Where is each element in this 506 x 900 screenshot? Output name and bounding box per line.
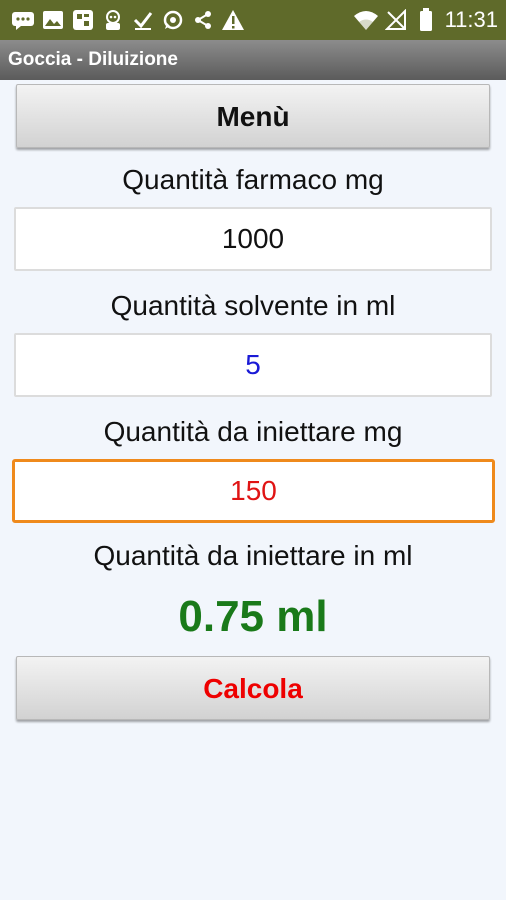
menu-button[interactable]: Menù (16, 84, 490, 148)
robot-icon (98, 5, 128, 35)
share-icon (188, 5, 218, 35)
calculate-button[interactable]: Calcola (16, 656, 490, 720)
solvent-amount-input[interactable]: 5 (14, 333, 492, 397)
no-signal-icon (381, 5, 411, 35)
solvent-amount-value: 5 (245, 349, 261, 380)
battery-icon (411, 5, 441, 35)
solvent-amount-label: Quantità solvente in ml (110, 290, 396, 321)
warning-icon (218, 5, 248, 35)
app-icon (68, 5, 98, 35)
whatsapp-icon (158, 5, 188, 35)
drug-amount-label: Quantità farmaco mg (122, 164, 384, 195)
notification-icons (8, 5, 248, 35)
inject-mg-label: Quantità da iniettare mg (103, 416, 403, 447)
wifi-icon (351, 5, 381, 35)
app-title: Goccia - Diluizione (0, 40, 506, 80)
drug-amount-value: 1000 (221, 223, 285, 254)
result-label: Quantità da iniettare in ml (93, 540, 413, 571)
clock: 11:31 (444, 7, 498, 32)
status-bar: 11:31 (0, 0, 506, 40)
gallery-icon (38, 5, 68, 35)
message-icon (8, 5, 38, 35)
drug-amount-input[interactable]: 1000 (14, 207, 492, 271)
inject-mg-input[interactable]: 150 (12, 459, 495, 523)
system-icons: 11:31 (351, 5, 498, 35)
inject-mg-value: 150 (230, 475, 277, 506)
check-icon (128, 5, 158, 35)
result-value: 0.75 ml (178, 592, 328, 641)
